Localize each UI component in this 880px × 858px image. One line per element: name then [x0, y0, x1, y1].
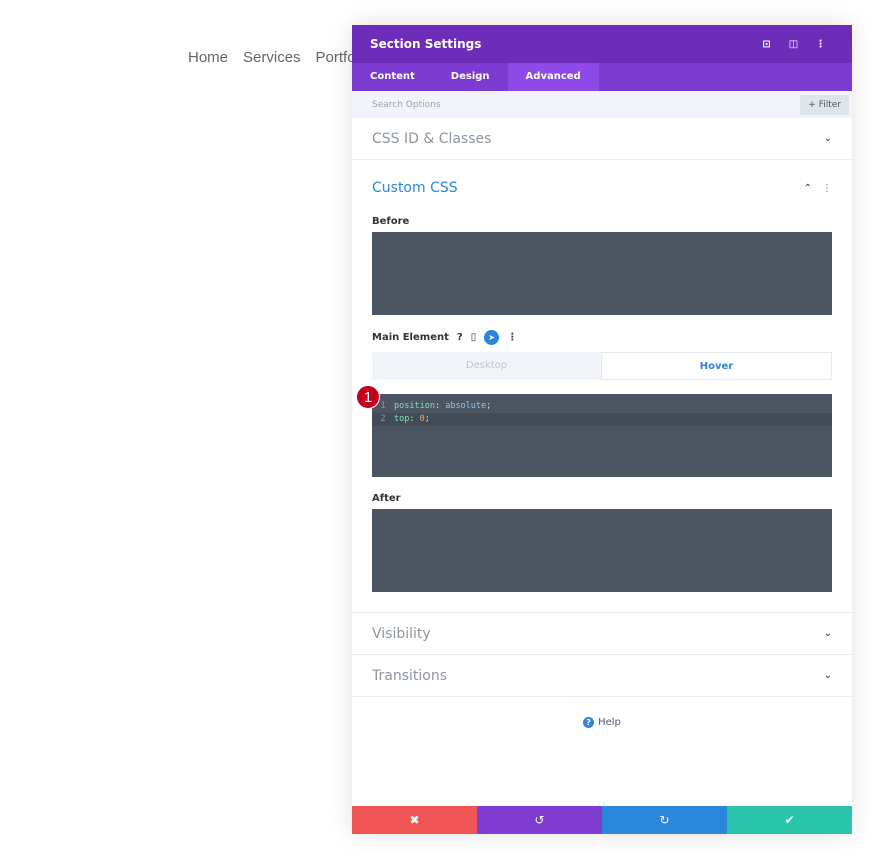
- help-icon[interactable]: ?: [457, 332, 463, 343]
- before-label: Before: [372, 216, 410, 227]
- help-icon: ?: [583, 717, 595, 728]
- tab-content[interactable]: Content: [352, 63, 433, 91]
- section-custom-css: Custom CSS ⌃ ⋮ Before Main Element ? ▯ ➤…: [352, 160, 852, 613]
- main-element-css-editor[interactable]: 1 1 position: absolute; 2 top: 0;: [356, 385, 832, 477]
- after-css-input[interactable]: [372, 509, 832, 592]
- chevron-up-icon[interactable]: ⌃: [804, 183, 812, 194]
- screenshot-icon[interactable]: ⊡: [753, 39, 780, 50]
- section-css-id[interactable]: CSS ID & Classes ⌄: [352, 118, 852, 160]
- section-transitions[interactable]: Transitions ⌄: [352, 655, 852, 697]
- desktop-tab[interactable]: Desktop: [372, 352, 601, 380]
- section-label: Visibility: [372, 625, 431, 642]
- help-link[interactable]: ? Help: [352, 717, 852, 728]
- split-view-icon[interactable]: ◫: [780, 39, 807, 50]
- panel-header: Section Settings ⊡ ◫ ⋮: [352, 25, 852, 63]
- tab-advanced[interactable]: Advanced: [507, 63, 599, 91]
- help-label: Help: [598, 717, 621, 728]
- section-label[interactable]: Custom CSS: [372, 180, 804, 196]
- mobile-icon[interactable]: ▯: [471, 332, 477, 343]
- section-settings-panel: Section Settings ⊡ ◫ ⋮ Content Design Ad…: [352, 25, 852, 834]
- filter-button[interactable]: + Filter: [800, 94, 849, 115]
- cancel-button[interactable]: ✖: [352, 806, 477, 834]
- chevron-down-icon: ⌄: [823, 133, 832, 144]
- more-icon[interactable]: ⋮: [822, 183, 832, 194]
- css-value: absolute: [445, 401, 487, 411]
- search-input[interactable]: Search Options: [372, 100, 800, 110]
- redo-button[interactable]: ↻: [602, 806, 727, 834]
- panel-title: Section Settings: [370, 37, 482, 51]
- before-css-input[interactable]: [372, 232, 832, 315]
- main-element-label: Main Element: [372, 331, 449, 343]
- step-badge: 1: [356, 385, 380, 409]
- more-icon[interactable]: ⋮: [507, 332, 517, 343]
- section-visibility[interactable]: Visibility ⌄: [352, 613, 852, 655]
- section-label: CSS ID & Classes: [372, 130, 492, 147]
- nav-home[interactable]: Home: [188, 49, 228, 66]
- nav-services[interactable]: Services: [243, 49, 301, 66]
- more-icon[interactable]: ⋮: [807, 39, 834, 50]
- action-bar: ✖ ↺ ↻ ✔: [352, 806, 852, 834]
- after-label: After: [372, 493, 401, 504]
- save-button[interactable]: ✔: [727, 806, 852, 834]
- pointer-icon[interactable]: ➤: [484, 329, 500, 345]
- css-property: position: [394, 401, 435, 411]
- css-property: top: [394, 414, 410, 424]
- site-nav: Home Services Portfolio: [188, 49, 358, 66]
- undo-button[interactable]: ↺: [477, 806, 602, 834]
- chevron-down-icon: ⌄: [823, 670, 832, 681]
- tab-design[interactable]: Design: [433, 63, 508, 91]
- tab-bar: Content Design Advanced: [352, 63, 852, 91]
- line-number: 2: [380, 414, 386, 424]
- hover-tab[interactable]: Hover: [601, 352, 832, 380]
- chevron-down-icon: ⌄: [823, 628, 832, 639]
- search-bar: Search Options + Filter: [352, 91, 852, 118]
- section-label: Transitions: [372, 667, 447, 684]
